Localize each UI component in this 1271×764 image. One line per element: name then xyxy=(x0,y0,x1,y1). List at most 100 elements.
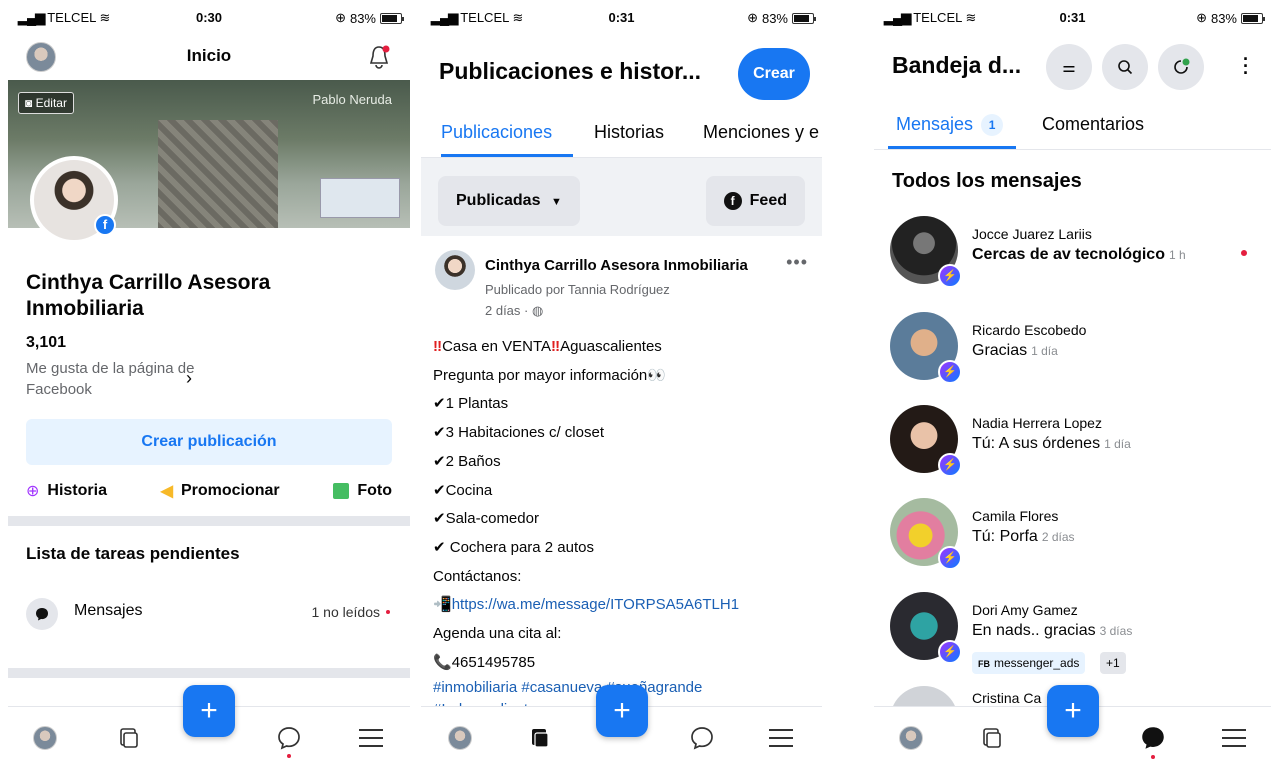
tab-comments[interactable]: Comentarios xyxy=(1042,114,1144,135)
page-title: Publicaciones e histor... xyxy=(439,58,702,84)
tab-messages[interactable]: Mensajes 1 xyxy=(896,114,1004,137)
more-vertical-icon[interactable]: · · · xyxy=(1243,50,1249,82)
message-preview: Cercas de av tecnológico xyxy=(972,246,1165,263)
likes-link[interactable]: Me gusta de la página de Facebook › xyxy=(26,358,216,400)
page-home-screen: ▂▄▆ TELCEL ≋ 0:30 ⊕ 83% Inicio Pablo Nerud… xyxy=(8,0,410,764)
tab-menu[interactable] xyxy=(1219,723,1249,753)
double-exclamation-icon: ‼ xyxy=(433,338,443,355)
list-item[interactable]: ⚡ Dori Amy Gamez En nads.. gracias 3 días… xyxy=(874,592,1271,684)
lock-rotation-icon: ⊕ xyxy=(335,10,346,25)
tab-inbox[interactable] xyxy=(687,723,717,753)
facebook-icon: f xyxy=(723,192,742,210)
tab-inbox[interactable] xyxy=(1138,723,1168,759)
phone-icon: 📞 xyxy=(433,653,452,671)
tab-strip: Publicaciones Historias Menciones y e xyxy=(421,110,822,158)
message-time: 1 día xyxy=(1031,344,1058,358)
tab-pages[interactable] xyxy=(525,723,555,753)
create-fab-button[interactable]: + xyxy=(596,685,648,737)
post-author[interactable]: Cinthya Carrillo Asesora Inmobiliaria xyxy=(485,257,748,274)
battery-icon xyxy=(792,12,816,24)
post-line: 3 Habitaciones c/ closet xyxy=(445,424,604,442)
globe-icon: ◍ xyxy=(531,303,544,318)
check-circle-icon xyxy=(1174,58,1190,74)
sender-name: Cristina Ca xyxy=(972,690,1042,706)
notifications-bell-icon[interactable] xyxy=(366,44,392,70)
pages-icon xyxy=(120,728,138,748)
tab-badge-dot xyxy=(1151,755,1155,759)
story-action[interactable]: ⊕ Historia xyxy=(26,480,107,502)
messenger-icon: ⚡ xyxy=(938,546,962,570)
tab-menu[interactable] xyxy=(356,723,386,753)
tab-pages[interactable] xyxy=(977,723,1007,753)
fb-tag-icon: FB xyxy=(978,659,990,669)
messages-badge: 1 xyxy=(981,114,1004,137)
todo-messages-label: Mensajes xyxy=(74,602,143,619)
list-item[interactable]: ⚡ Nadia Herrera Lopez Tú: A sus órdenes 1… xyxy=(874,405,1271,497)
photo-action[interactable]: Foto xyxy=(333,480,392,502)
list-item[interactable]: ⚡ Ricardo Escobedo Gracias 1 día xyxy=(874,312,1271,404)
create-fab-button[interactable]: + xyxy=(183,685,235,737)
todo-heading: Lista de tareas pendientes xyxy=(26,544,240,563)
message-preview: Tú: Porfa xyxy=(972,528,1038,545)
status-bar: ▂▄▆ TELCEL ≋ 0:31 ⊕ 83% xyxy=(421,0,822,34)
status-bar: ▂▄▆ TELCEL ≋ 0:30 ⊕ 83% xyxy=(8,0,410,34)
check-icon: ✔ xyxy=(433,538,446,556)
profile-picture[interactable]: f xyxy=(30,156,118,244)
facebook-badge-icon: f xyxy=(94,214,116,236)
label-tag-text: messenger_ads xyxy=(994,656,1080,670)
label-tag[interactable]: FB messenger_ads xyxy=(972,652,1086,674)
message-time: 2 días xyxy=(1041,530,1075,544)
post-published-by: Publicado por Tannia Rodríguez xyxy=(485,282,670,297)
message-preview: Gracias xyxy=(972,342,1028,359)
more-options-icon[interactable]: ••• xyxy=(786,252,808,273)
battery-icon xyxy=(1241,12,1265,24)
more-tags-badge[interactable]: +1 xyxy=(1100,652,1126,674)
tab-menu[interactable] xyxy=(766,723,796,753)
tab-pages[interactable] xyxy=(114,723,144,753)
feed-button[interactable]: f Feed xyxy=(705,176,805,226)
section-heading: Todos los mensajes xyxy=(892,170,1082,192)
create-post-button[interactable]: Crear publicación xyxy=(26,419,392,465)
menu-icon xyxy=(359,729,383,747)
filter-sliders-button[interactable]: ⚌ xyxy=(1046,44,1092,90)
check-icon: ✔ xyxy=(433,510,446,528)
active-tab-indicator xyxy=(888,146,1016,149)
edit-cover-label: Editar xyxy=(35,96,67,110)
post-author-avatar[interactable] xyxy=(435,250,475,290)
sender-name: Camila Flores xyxy=(972,508,1059,524)
tab-inbox[interactable] xyxy=(274,723,304,758)
tab-stories[interactable]: Historias xyxy=(594,122,664,143)
message-time: 3 días xyxy=(1099,624,1133,638)
unread-dot xyxy=(386,610,390,614)
tab-profile[interactable] xyxy=(445,723,475,753)
plus-icon: + xyxy=(613,694,631,727)
menu-icon xyxy=(769,729,793,747)
automations-button[interactable] xyxy=(1158,44,1204,90)
todo-messages-row[interactable]: Mensajes 1 no leídos xyxy=(26,594,392,630)
whatsapp-link[interactable]: https://wa.me/message/ITORPSA5A6TLH1 xyxy=(452,596,739,613)
post-line: Agenda una cita al: xyxy=(433,625,562,643)
list-item[interactable]: ⚡ Camila Flores Tú: Porfa 2 días xyxy=(874,498,1271,590)
camera-icon: ◙ xyxy=(25,96,36,110)
lock-rotation-icon: ⊕ xyxy=(1196,10,1207,25)
likes-count: 3,101 xyxy=(26,334,67,351)
lock-rotation-icon: ⊕ xyxy=(747,10,758,25)
create-button[interactable]: Crear xyxy=(738,48,810,100)
tab-profile[interactable] xyxy=(896,723,926,753)
inbox-screen: ▂▄▆ TELCEL ≋ 0:31 ⊕ 83% Bandeja d... ⚌ · · ·… xyxy=(874,0,1271,764)
list-item[interactable]: ⚡ Jocce Juarez Lariis Cercas de av tecno… xyxy=(874,216,1271,308)
tab-profile[interactable] xyxy=(30,723,60,753)
edit-cover-button[interactable]: ◙ Editar xyxy=(18,92,74,114)
promote-action[interactable]: ◀ Promocionar xyxy=(161,480,280,502)
divider xyxy=(8,668,410,678)
pages-icon xyxy=(983,728,1001,748)
create-fab-button[interactable]: + xyxy=(1047,685,1099,737)
tab-mentions[interactable]: Menciones y e xyxy=(703,122,819,143)
published-filter-dropdown[interactable]: Publicadas ▼ xyxy=(438,176,580,226)
battery-level xyxy=(794,14,809,22)
search-button[interactable] xyxy=(1102,44,1148,90)
tab-posts[interactable]: Publicaciones xyxy=(441,122,552,143)
post-phone: 4651495785 xyxy=(451,653,536,671)
messenger-icon: ⚡ xyxy=(938,453,962,477)
menu-icon xyxy=(1222,729,1246,747)
